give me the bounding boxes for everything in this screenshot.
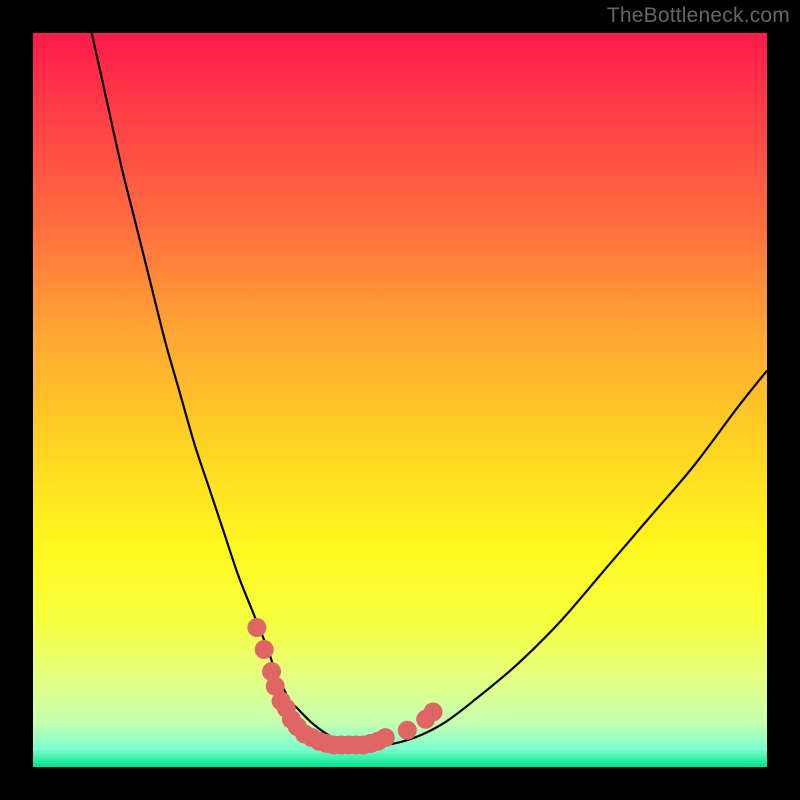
chart-svg bbox=[33, 33, 767, 767]
trough-marker bbox=[424, 702, 443, 721]
trough-marker bbox=[255, 640, 274, 659]
trough-marker bbox=[398, 721, 417, 740]
plot-area bbox=[33, 33, 767, 767]
trough-marker bbox=[247, 618, 266, 637]
watermark-text: TheBottleneck.com bbox=[607, 4, 790, 28]
gradient-background bbox=[33, 33, 767, 767]
chart-frame: TheBottleneck.com bbox=[0, 0, 800, 800]
trough-marker bbox=[376, 728, 395, 747]
